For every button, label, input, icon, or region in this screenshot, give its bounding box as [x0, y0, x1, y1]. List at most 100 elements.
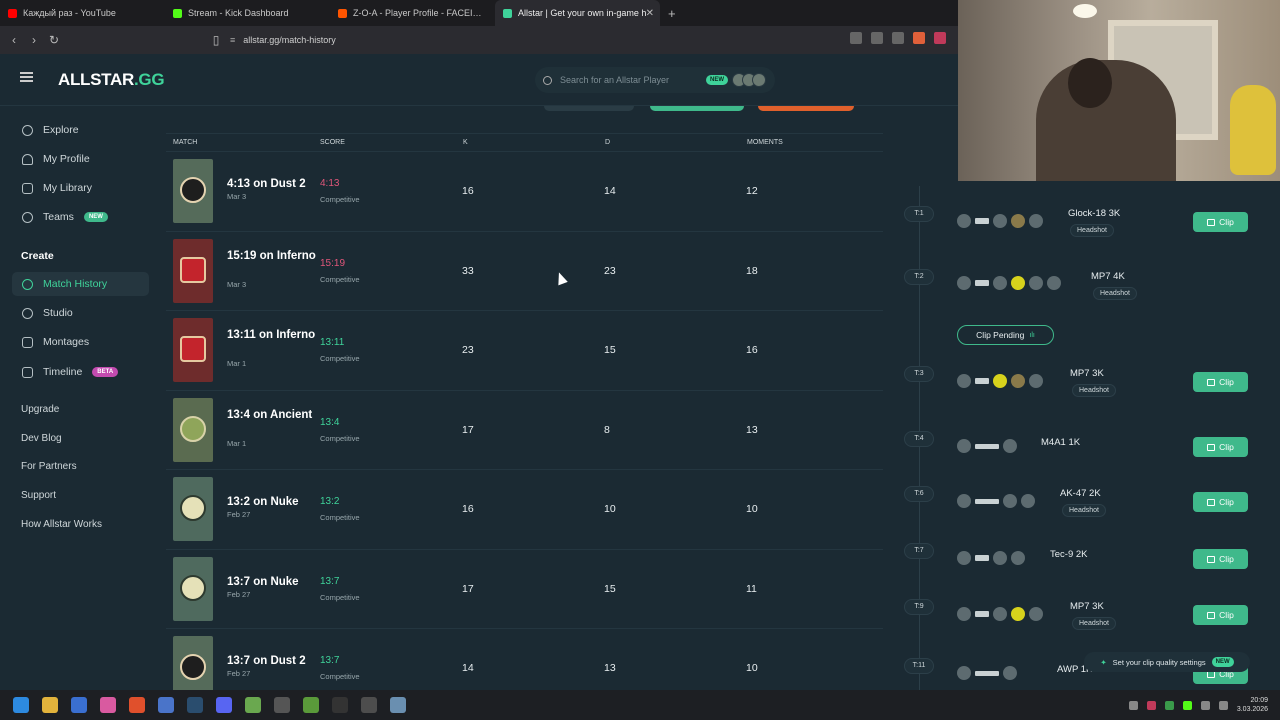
match-name[interactable]: 15:19 on Inferno: [227, 248, 317, 264]
obs-icon[interactable]: [274, 697, 290, 713]
filter-button-remnant[interactable]: [544, 106, 634, 111]
brave-rewards-icon[interactable]: [934, 32, 946, 44]
table-row[interactable]: 13:7 on Nuke Feb 27 13:7 Competitive 17 15 11: [166, 548, 883, 628]
sidebar-item-label: My Profile: [43, 153, 90, 165]
moments-value: 12: [746, 185, 758, 197]
weapon-icon: [975, 499, 999, 504]
weapon-icons: [957, 374, 1043, 388]
weapon-icons: [957, 551, 1025, 565]
browser-tab-youtube[interactable]: Каждый раз - YouTube: [0, 0, 165, 26]
clip-button[interactable]: Clip: [1193, 212, 1248, 232]
browser-tab-faceit[interactable]: Z-O-A - Player Profile - FACEIT.com: [330, 0, 495, 26]
table-row[interactable]: 13:2 on Nuke Feb 27 13:2 Competitive 16 10 10: [166, 469, 883, 548]
orange-button-remnant[interactable]: [758, 106, 854, 111]
table-row[interactable]: 13:7 on Dust 2 Feb 27 13:7 Competitive 14 13 1…: [166, 628, 883, 690]
player-icon: [957, 214, 971, 228]
match-name[interactable]: 13:2 on Nuke: [227, 494, 317, 510]
kills-value: 14: [462, 662, 474, 674]
bookmark-icon[interactable]: ▯: [206, 33, 226, 47]
clip-button[interactable]: Clip: [1193, 549, 1248, 569]
menu-icon[interactable]: [20, 72, 33, 82]
browser-tab-kick[interactable]: Stream - Kick Dashboard: [165, 0, 330, 26]
round-marker: T:4: [904, 431, 934, 447]
brave-browser-icon[interactable]: [129, 697, 145, 713]
cast-icon[interactable]: [871, 32, 883, 44]
new-tab-button[interactable]: +: [660, 6, 684, 21]
table-row[interactable]: 15:19 on Inferno Mar 3 15:19 Competitive 33 2…: [166, 230, 883, 310]
sidebar-link-dev-blog[interactable]: Dev Blog: [21, 433, 62, 444]
url-field[interactable]: ≡ allstar.gg/match-history: [230, 29, 850, 51]
clip-button[interactable]: Clip: [1193, 605, 1248, 625]
site-settings-icon[interactable]: ≡: [230, 35, 235, 45]
app-icon[interactable]: [158, 697, 174, 713]
clock[interactable]: 20:09 3.03.2026: [1237, 696, 1268, 714]
match-name[interactable]: 13:4 on Ancient: [227, 407, 317, 423]
player-search[interactable]: Search for an Allstar Player NEW: [535, 67, 775, 93]
back-icon[interactable]: ‹: [4, 33, 24, 47]
steam-icon[interactable]: [187, 697, 203, 713]
windows-start-icon[interactable]: [13, 697, 29, 713]
file-explorer-icon[interactable]: [42, 697, 58, 713]
app-icon[interactable]: [245, 697, 261, 713]
xbox-icon[interactable]: [361, 697, 377, 713]
map-emblem-icon: [180, 256, 206, 283]
tray-icon[interactable]: [1146, 700, 1156, 710]
sidebar-link-how-allstar-works[interactable]: How Allstar Works: [21, 519, 102, 530]
match-name[interactable]: 13:11 on Inferno: [227, 327, 317, 343]
clip-button[interactable]: Clip: [1193, 372, 1248, 392]
sidebar-item-montages[interactable]: Montages: [12, 330, 149, 354]
translate-icon[interactable]: [850, 32, 862, 44]
round-marker: T:2: [904, 269, 934, 285]
table-row[interactable]: 13:11 on Inferno Mar 1 13:11 Competitive 23 1…: [166, 310, 883, 389]
share-icon[interactable]: [892, 32, 904, 44]
app-icon[interactable]: [71, 697, 87, 713]
volume-icon[interactable]: [1218, 700, 1228, 710]
sidebar-item-teams[interactable]: Teams NEW: [12, 205, 149, 229]
allstar-logo[interactable]: ALLSTAR.GG: [58, 70, 165, 90]
sidebar-link-partners[interactable]: For Partners: [21, 461, 77, 472]
table-row[interactable]: 13:4 on Ancient Mar 1 13:4 Competitive 17 8 13: [166, 389, 883, 469]
discord-icon[interactable]: [216, 697, 232, 713]
sidebar-link-support[interactable]: Support: [21, 490, 56, 501]
close-icon[interactable]: ✕: [646, 8, 654, 19]
weapon-icons: [957, 276, 1061, 290]
match-name[interactable]: 13:7 on Dust 2: [227, 653, 317, 669]
tray-icon[interactable]: [1182, 700, 1192, 710]
player-icon: [993, 607, 1007, 621]
forward-icon[interactable]: ›: [24, 33, 44, 47]
photos-icon[interactable]: [100, 697, 116, 713]
table-row[interactable]: 4:13 on Dust 2 Mar 3 4:13 Competitive 16 14 12: [166, 151, 883, 230]
match-name[interactable]: 13:7 on Nuke: [227, 574, 317, 590]
green-button-remnant[interactable]: [650, 106, 744, 111]
player-icon: [957, 607, 971, 621]
reload-icon[interactable]: ↻: [44, 33, 64, 47]
timeline-icon: [22, 366, 33, 378]
sidebar-link-upgrade[interactable]: Upgrade: [21, 404, 59, 415]
sidebar-item-explore[interactable]: Explore: [12, 118, 149, 142]
clip-button[interactable]: Clip: [1193, 437, 1248, 457]
clip-quality-settings-button[interactable]: ✦ Set your clip quality settings NEW: [1084, 652, 1250, 672]
tray-icon[interactable]: [1128, 700, 1138, 710]
sidebar-item-my-library[interactable]: My Library: [12, 176, 149, 200]
match-name[interactable]: 4:13 on Dust 2: [227, 176, 317, 192]
player-icon: [1011, 276, 1025, 290]
sidebar-item-my-profile[interactable]: My Profile: [12, 147, 149, 171]
sidebar-item-timeline[interactable]: Timeline BETA: [12, 360, 149, 384]
settings-icon[interactable]: [390, 697, 406, 713]
round-marker: T:6: [904, 486, 934, 502]
kick-icon: [173, 8, 182, 18]
brave-shield-icon[interactable]: [913, 32, 925, 44]
search-input[interactable]: Search for an Allstar Player: [560, 75, 698, 85]
browser-tab-allstar[interactable]: Allstar | Get your own in-game h ✕: [495, 0, 660, 26]
moment-title: MP7 3K: [1070, 368, 1104, 379]
sidebar-item-match-history[interactable]: Match History: [12, 272, 149, 296]
clip-button[interactable]: Clip: [1193, 492, 1248, 512]
tray-icon[interactable]: [1164, 700, 1174, 710]
clip-pending-button[interactable]: Clip Pending ılı: [957, 325, 1054, 345]
network-icon[interactable]: [1200, 700, 1210, 710]
sidebar-item-label: My Library: [43, 182, 93, 194]
minecraft-icon[interactable]: [303, 697, 319, 713]
logo-main: ALLSTAR: [58, 70, 134, 89]
epic-games-icon[interactable]: [332, 697, 348, 713]
sidebar-item-studio[interactable]: Studio: [12, 301, 149, 325]
